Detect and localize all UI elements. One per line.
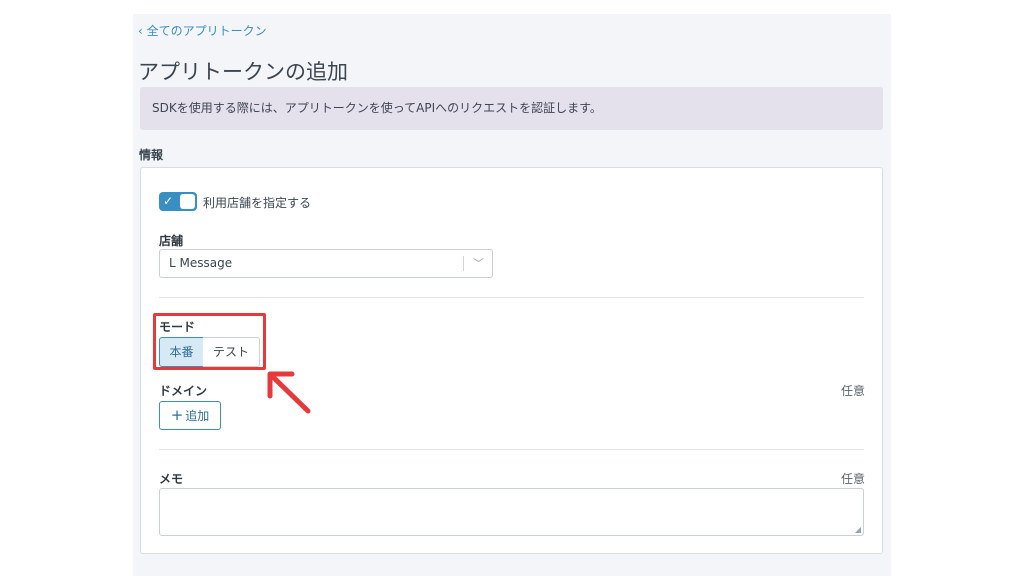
domain-label: ドメイン [159,384,208,398]
store-toggle-label: 利用店舗を指定する [203,196,312,210]
annotation-highlight-box [153,313,266,370]
page-title: アプリトークンの追加 [138,60,348,85]
select-separator [463,256,464,271]
store-select[interactable]: L Message ﹀ [159,249,493,278]
memo-optional-label: 任意 [840,472,865,486]
store-select-value: L Message [169,256,233,270]
annotation-arrow-icon [267,371,311,414]
resize-grip-icon[interactable]: ◢ [855,525,861,534]
chevron-down-icon[interactable]: ﹀ [473,250,484,277]
back-to-all-tokens-link[interactable]: ‹ 全てのアプリトークン [138,22,267,39]
store-toggle[interactable]: ✓ [159,192,197,211]
toggle-knob [180,194,195,209]
plus-icon: + [170,406,184,424]
store-label: 店舗 [159,234,184,248]
divider [159,297,864,298]
add-domain-button-label: 追加 [185,409,210,423]
info-notice: SDKを使用する際には、アプリトークンを使ってAPIへのリクエストを認証します。 [140,87,883,130]
memo-label: メモ [159,472,184,486]
divider [159,449,864,450]
check-icon: ✓ [163,194,174,208]
memo-textarea[interactable]: ◢ [159,488,864,536]
domain-optional-label: 任意 [840,384,865,398]
add-domain-button[interactable]: + 追加 [159,401,221,430]
section-label-info: 情報 [139,148,164,162]
